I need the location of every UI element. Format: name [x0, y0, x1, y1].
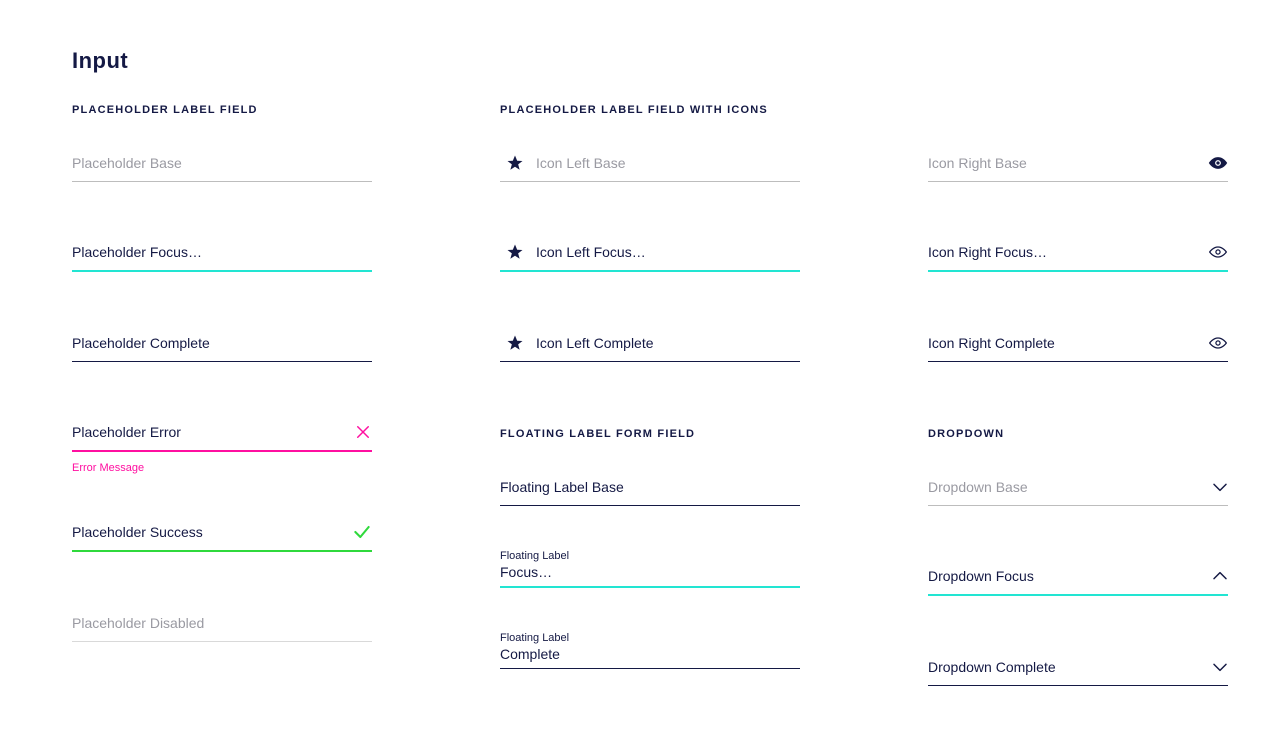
- dropdown-complete-field[interactable]: Dropdown Complete: [928, 648, 1228, 686]
- floating-focus-label: Floating Label: [500, 550, 800, 562]
- floating-complete-field[interactable]: Floating Label Complete: [500, 632, 800, 669]
- icon-left-focus-text: Icon Left Focus…: [536, 244, 800, 260]
- eye-outline-icon[interactable]: [1198, 336, 1228, 350]
- placeholder-success-text: Placeholder Success: [72, 524, 336, 540]
- floating-focus-text: Focus…: [500, 564, 552, 580]
- eye-icon[interactable]: [1198, 156, 1228, 170]
- floating-complete-text: Complete: [500, 646, 560, 662]
- dropdown-base-field[interactable]: Dropdown Base: [928, 468, 1228, 506]
- col-placeholder: PLACEHOLDER LABEL FIELD Placeholder Base…: [72, 98, 372, 738]
- floating-complete-label: Floating Label: [500, 632, 800, 644]
- chevron-down-icon: [1198, 662, 1228, 672]
- placeholder-focus-text: Placeholder Focus…: [72, 244, 372, 260]
- placeholder-base-field[interactable]: Placeholder Base: [72, 144, 372, 182]
- floating-base-field[interactable]: Floating Label Base: [500, 468, 800, 506]
- placeholder-error-field[interactable]: Placeholder Error Error Message: [72, 414, 372, 474]
- icon-left-base-text: Icon Left Base: [536, 155, 800, 171]
- placeholder-complete-text: Placeholder Complete: [72, 335, 372, 351]
- chevron-up-icon: [1198, 571, 1228, 581]
- icon-right-base-field[interactable]: Icon Right Base: [928, 144, 1228, 182]
- placeholder-disabled-field: Placeholder Disabled: [72, 604, 372, 642]
- section-label-placeholder: PLACEHOLDER LABEL FIELD: [72, 104, 372, 116]
- star-icon: [500, 154, 530, 172]
- star-icon: [500, 243, 530, 261]
- placeholder-complete-field[interactable]: Placeholder Complete: [72, 324, 372, 362]
- section-label-floating: FLOATING LABEL FORM FIELD: [500, 428, 800, 440]
- placeholder-success-field[interactable]: Placeholder Success: [72, 514, 372, 552]
- col-icons-floating: PLACEHOLDER LABEL FIELD WITH ICONS Icon …: [500, 98, 800, 738]
- close-icon: [342, 423, 372, 441]
- icon-left-complete-field[interactable]: Icon Left Complete: [500, 324, 800, 362]
- section-label-dropdown: DROPDOWN: [928, 428, 1228, 440]
- dropdown-complete-text: Dropdown Complete: [928, 659, 1192, 675]
- page-title: Input: [72, 48, 1208, 74]
- placeholder-base-text: Placeholder Base: [72, 155, 372, 171]
- star-icon: [500, 334, 530, 352]
- icon-left-base-field[interactable]: Icon Left Base: [500, 144, 800, 182]
- placeholder-focus-field[interactable]: Placeholder Focus…: [72, 234, 372, 272]
- icon-right-focus-field[interactable]: Icon Right Focus…: [928, 234, 1228, 272]
- floating-base-text: Floating Label Base: [500, 469, 624, 505]
- icon-left-focus-field[interactable]: Icon Left Focus…: [500, 234, 800, 272]
- eye-outline-icon[interactable]: [1198, 245, 1228, 259]
- check-icon: [342, 522, 372, 542]
- icon-right-complete-field[interactable]: Icon Right Complete: [928, 324, 1228, 362]
- dropdown-base-text: Dropdown Base: [928, 479, 1192, 495]
- dropdown-focus-field[interactable]: Dropdown Focus: [928, 558, 1228, 596]
- icon-right-focus-text: Icon Right Focus…: [928, 244, 1192, 260]
- icon-left-complete-text: Icon Left Complete: [536, 335, 800, 351]
- icon-right-complete-text: Icon Right Complete: [928, 335, 1192, 351]
- chevron-down-icon: [1198, 482, 1228, 492]
- section-label-icons: PLACEHOLDER LABEL FIELD WITH ICONS: [500, 104, 800, 116]
- placeholder-error-text: Placeholder Error: [72, 424, 336, 440]
- placeholder-disabled-text: Placeholder Disabled: [72, 615, 372, 631]
- col-right: X Icon Right Base Icon Right Focus… Icon…: [928, 98, 1228, 738]
- dropdown-focus-text: Dropdown Focus: [928, 568, 1192, 584]
- error-message: Error Message: [72, 462, 372, 474]
- icon-right-base-text: Icon Right Base: [928, 155, 1192, 171]
- floating-focus-field[interactable]: Floating Label Focus…: [500, 550, 800, 588]
